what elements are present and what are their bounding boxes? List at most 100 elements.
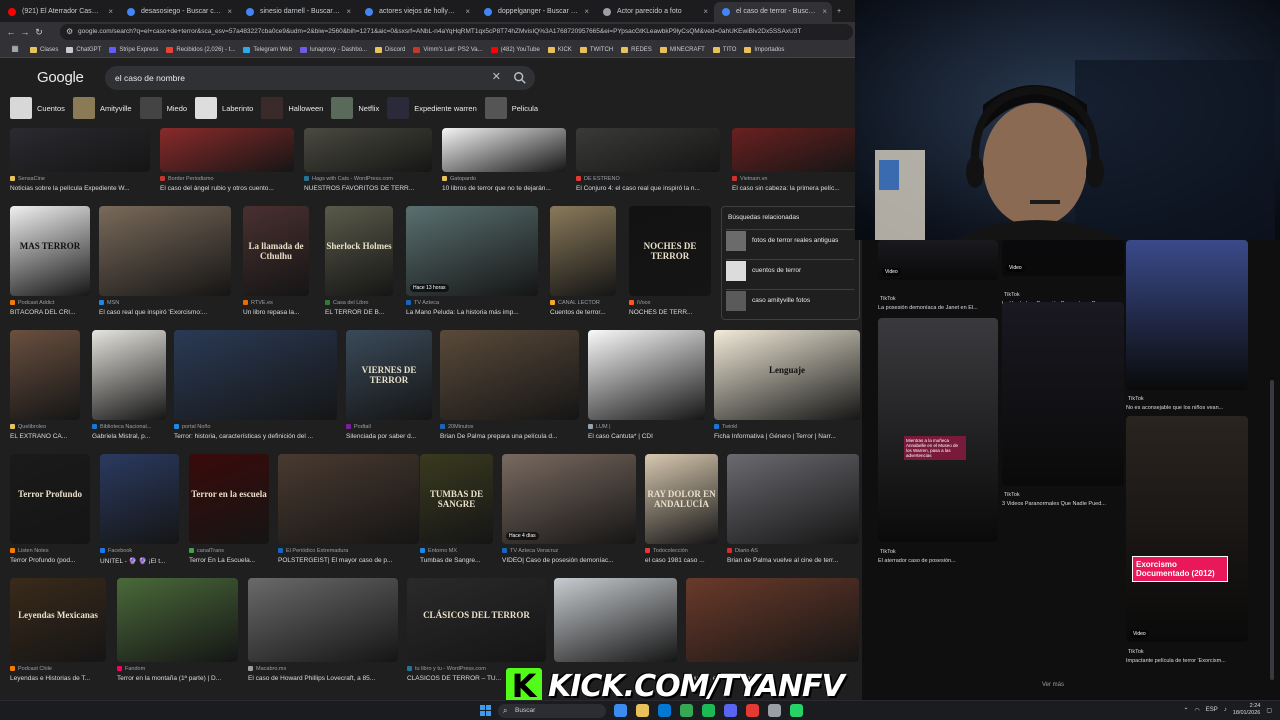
result-source[interactable]: Listen Notes xyxy=(10,548,90,554)
result-caption[interactable]: Brian De Palma prepara una película d... xyxy=(440,433,579,440)
result-image[interactable] xyxy=(100,454,179,544)
forward-icon[interactable]: → xyxy=(18,27,32,37)
result-image[interactable]: VIERNES DE TERROR xyxy=(346,330,432,420)
result-caption[interactable]: BITÁCORA DEL CRI... xyxy=(10,309,90,316)
result-image[interactable] xyxy=(727,454,859,544)
more-results-link[interactable]: Ver más xyxy=(1042,682,1064,688)
tiktok-source[interactable]: TikTok xyxy=(1128,396,1144,402)
bookmark-item[interactable]: ChatGPT xyxy=(66,46,101,53)
result-image[interactable]: La llamada de Cthulhu xyxy=(243,206,309,296)
tiktok-source[interactable]: TikTok xyxy=(1004,492,1020,498)
result-caption[interactable]: El caso real que inspiró 'Exorcismo:... xyxy=(99,309,231,316)
result-source[interactable]: canalTrans xyxy=(189,548,269,554)
filter-chip-pelicula[interactable]: Pelicula xyxy=(484,96,538,120)
result-source[interactable]: Diario AS xyxy=(727,548,859,554)
result-source[interactable]: MSN xyxy=(99,300,231,306)
tiktok-caption[interactable]: Impactante película de terror 'Exorcism.… xyxy=(1126,658,1252,664)
windows-start-icon[interactable] xyxy=(480,705,491,716)
result-source[interactable]: Podcast Addict xyxy=(10,300,90,306)
bookmark-item[interactable]: lunaproxy - Dashbo... xyxy=(299,46,367,53)
filter-chip-halloween[interactable]: Halloween xyxy=(261,96,323,120)
search-icon[interactable] xyxy=(513,71,527,85)
result-source[interactable]: Twinkl xyxy=(714,424,860,430)
result-source[interactable]: Border Periodismo xyxy=(160,176,294,182)
filter-chip-miedo[interactable]: Miedo xyxy=(139,96,187,120)
tiktok-caption[interactable]: La posesión demoníaca de Janet en El... xyxy=(878,305,1002,311)
result-image[interactable] xyxy=(550,206,616,296)
google-logo[interactable]: Google xyxy=(37,69,84,86)
result-image[interactable] xyxy=(248,578,398,662)
result-image[interactable] xyxy=(442,128,566,172)
result-image[interactable] xyxy=(160,128,294,172)
bookmark-item[interactable]: (482) YouTube xyxy=(490,46,540,53)
result-source[interactable]: TV Azteca Veracruz xyxy=(502,548,636,554)
result-caption[interactable]: POLSTERGEIST| El mayor caso de p... xyxy=(278,557,419,564)
filter-chip-netflix[interactable]: Netflix xyxy=(331,96,379,120)
result-source[interactable]: Macabro.mx xyxy=(248,666,398,672)
apps-icon[interactable]: ▦ xyxy=(8,44,22,53)
scrollbar[interactable] xyxy=(1270,380,1274,680)
result-image[interactable] xyxy=(732,128,856,172)
tiktok-source[interactable]: TikTok xyxy=(1004,292,1020,298)
result-image[interactable]: Leyendas Mexicanas xyxy=(10,578,106,662)
result-source[interactable]: RTVE.es xyxy=(243,300,309,306)
tiktok-video-card[interactable] xyxy=(1126,240,1248,390)
result-source[interactable]: iVoox xyxy=(629,300,711,306)
result-source[interactable]: TV Azteca xyxy=(406,300,538,306)
filter-chip-amityville[interactable]: Amityville xyxy=(72,96,132,120)
result-image[interactable] xyxy=(304,128,432,172)
bookmark-item[interactable]: Discord xyxy=(375,46,405,53)
bookmark-item[interactable]: Recibidos (2,026) - t... xyxy=(166,46,235,53)
result-caption[interactable]: Cuentos de terror... xyxy=(550,309,616,316)
result-source[interactable]: 20Minutos xyxy=(440,424,579,430)
close-tab-icon[interactable]: × xyxy=(108,2,113,22)
taskbar-app-icon[interactable] xyxy=(724,704,737,717)
volume-icon[interactable]: ♪ xyxy=(1224,707,1227,713)
result-caption[interactable]: el caso 1981 caso ... xyxy=(645,557,718,564)
close-tab-icon[interactable]: × xyxy=(465,2,470,22)
site-info-icon[interactable]: ⚙ xyxy=(66,24,73,40)
url-field[interactable]: ⚙ google.com/search?q=el+caso+de+terror&… xyxy=(60,24,853,40)
result-caption[interactable]: VIDEO| Caso de posesión demoníac... xyxy=(502,557,636,564)
bookmark-item[interactable]: KICK xyxy=(547,46,572,53)
new-tab-button[interactable]: + xyxy=(833,2,851,22)
filter-chip-expediente-warren[interactable]: Expediente warren xyxy=(387,96,477,120)
tiktok-source[interactable]: TikTok xyxy=(1128,649,1144,655)
result-caption[interactable]: Gabriela Mistral, p... xyxy=(92,433,166,440)
result-source[interactable]: Entorno MX xyxy=(420,548,493,554)
result-caption[interactable]: Terror En La Escuela... xyxy=(189,557,269,564)
tiktok-caption[interactable]: No es aconsejable que los niños vean... xyxy=(1126,405,1252,411)
tiktok-caption[interactable]: 3 Videos Paranormales Que Nadie Pued... xyxy=(1002,501,1128,507)
related-item[interactable]: fotos de terror reales antiguas xyxy=(726,229,854,251)
back-icon[interactable]: ← xyxy=(4,27,18,37)
result-image[interactable] xyxy=(10,128,150,172)
result-image[interactable]: Terror Profundo xyxy=(10,454,90,544)
tiktok-video-card[interactable]: Video Exorcismo Documentado (2012) xyxy=(1126,416,1248,642)
result-image[interactable] xyxy=(440,330,579,420)
result-caption[interactable]: Silenciada por saber d... xyxy=(346,433,432,440)
result-caption[interactable]: El Conjuro 4: el caso real que inspiró l… xyxy=(576,185,720,192)
result-caption[interactable]: NUESTROS FAVORITOS DE TERR... xyxy=(304,185,432,192)
result-source[interactable]: Podtail xyxy=(346,424,432,430)
close-tab-icon[interactable]: × xyxy=(703,2,708,22)
result-image[interactable]: TUMBAS DE SANGRE xyxy=(420,454,493,544)
filter-chip-cuentos[interactable]: Cuentos xyxy=(10,96,65,120)
search-input[interactable] xyxy=(115,66,485,90)
result-image[interactable]: Sherlock Holmes xyxy=(325,206,393,296)
result-source[interactable]: Biblioteca Nacional... xyxy=(92,424,166,430)
result-image[interactable] xyxy=(278,454,419,544)
result-caption[interactable]: EL EXTRAÑO CA... xyxy=(10,433,80,440)
result-source[interactable]: Quelibroleo xyxy=(10,424,80,430)
taskbar-app-icon[interactable] xyxy=(746,704,759,717)
result-source[interactable]: Gatopardo xyxy=(442,176,566,182)
taskbar-app-icon[interactable] xyxy=(680,704,693,717)
tiktok-video-card[interactable] xyxy=(1002,302,1124,486)
result-image[interactable] xyxy=(99,206,231,296)
result-source[interactable]: Vietnam.vn xyxy=(732,176,856,182)
filter-chip-laberinto[interactable]: Laberinto xyxy=(195,96,253,120)
bookmark-item[interactable]: MINECRAFT xyxy=(659,46,705,53)
taskbar-app-icon[interactable] xyxy=(790,704,803,717)
related-item[interactable]: cuentos de terror xyxy=(726,259,854,281)
result-image[interactable]: Hace 13 horas xyxy=(406,206,538,296)
result-caption[interactable]: EL TERROR DE B... xyxy=(325,309,393,316)
